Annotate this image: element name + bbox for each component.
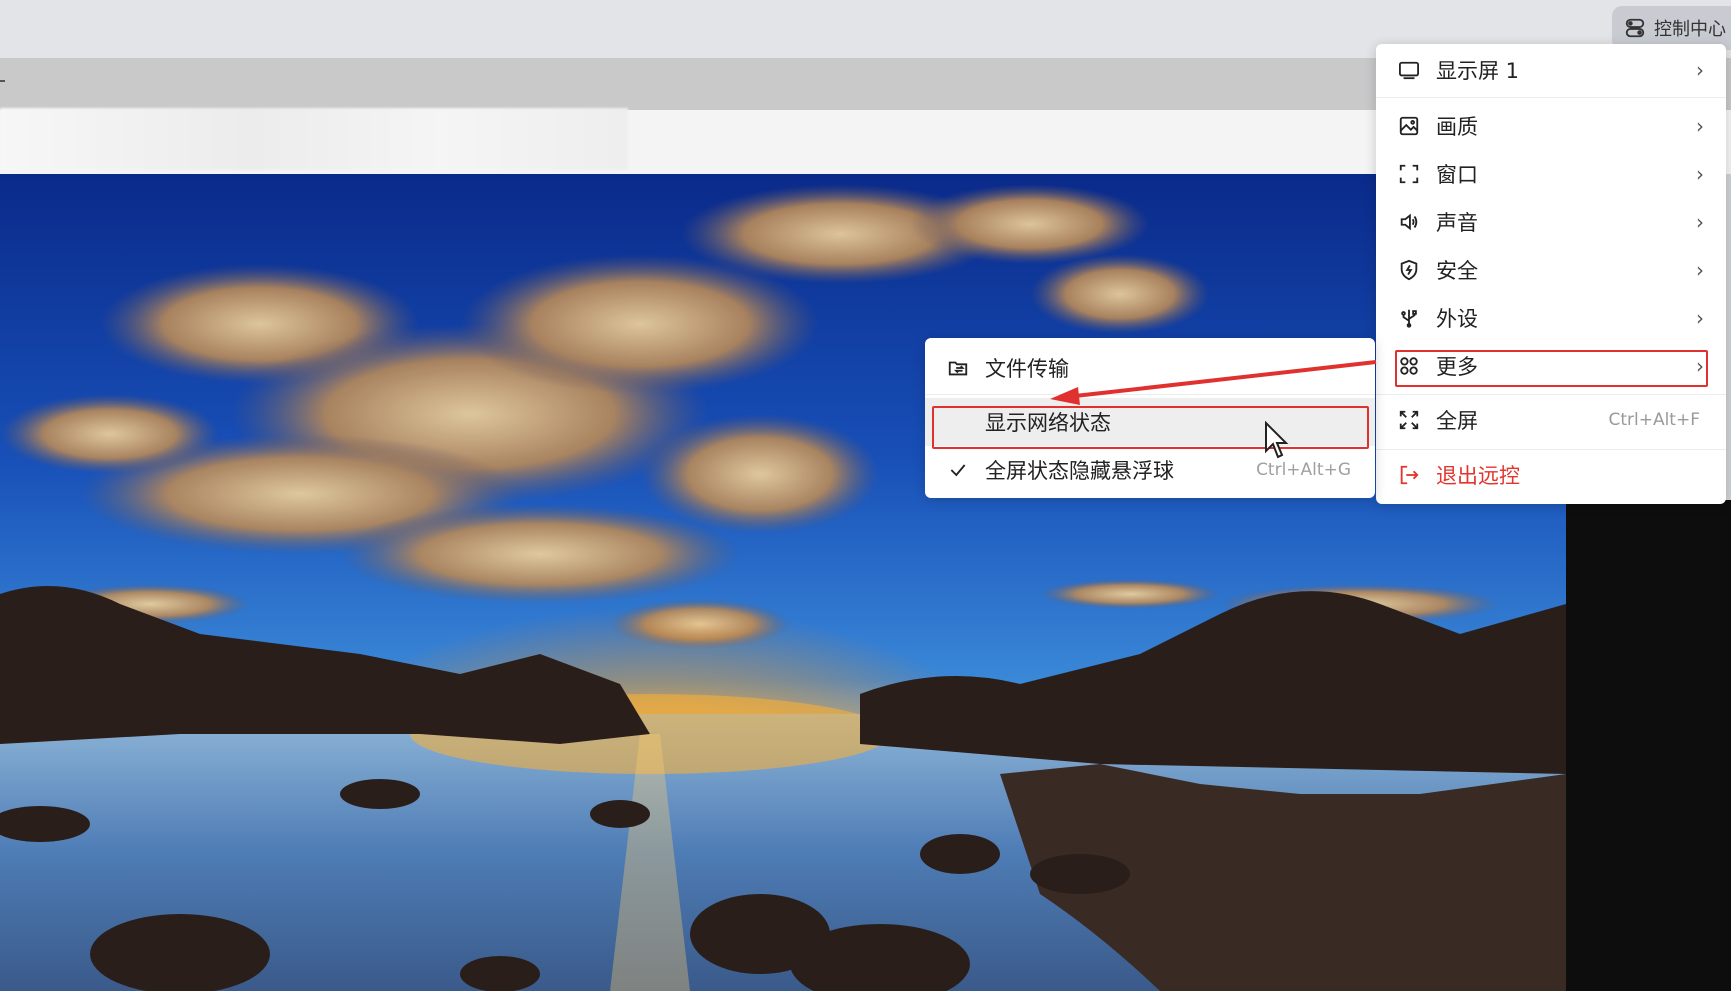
- mouse-cursor-icon: [1265, 421, 1289, 459]
- menu-divider: [925, 394, 1375, 395]
- chevron-right-icon: ›: [1696, 306, 1704, 330]
- submenu-item-label: 全屏状态隐藏悬浮球: [985, 459, 1174, 483]
- menu-item-label: 外设: [1436, 307, 1478, 331]
- chevron-right-icon: ›: [1696, 210, 1704, 234]
- remote-desktop-wallpaper[interactable]: [0, 174, 1566, 991]
- file-transfer-icon: [945, 355, 971, 381]
- menu-item-label: 安全: [1436, 259, 1478, 283]
- menu-item-window[interactable]: 窗口 ›: [1376, 151, 1726, 197]
- window-frame-icon: [1396, 161, 1422, 187]
- chevron-right-icon: ›: [1696, 258, 1704, 282]
- menu-item-fullscreen[interactable]: 全屏 Ctrl+Alt+F: [1376, 397, 1726, 443]
- image-quality-icon: [1396, 113, 1422, 139]
- menu-item-label: 全屏: [1436, 409, 1478, 433]
- submenu-item-hide-floating-ball[interactable]: 全屏状态隐藏悬浮球 Ctrl+Alt+G: [925, 446, 1375, 494]
- submenu-item-file-transfer[interactable]: 文件传输: [925, 344, 1375, 392]
- menu-divider: [1376, 394, 1726, 395]
- menu-item-sound[interactable]: 声音 ›: [1376, 199, 1726, 245]
- shortcut-label: Ctrl+Alt+F: [1608, 410, 1700, 430]
- remote-desktop-black-area: [1566, 500, 1731, 991]
- submenu-item-label: 文件传输: [985, 357, 1069, 381]
- toolbar-mark: [0, 80, 5, 82]
- monitor-icon: [1396, 57, 1422, 83]
- menu-item-security[interactable]: 安全 ›: [1376, 247, 1726, 293]
- control-center-menu: 显示屏 1 › 画质 › 窗口 › 声音 › 安全 › 外设 › 更多 › 全屏…: [1376, 44, 1726, 504]
- menu-item-label: 窗口: [1436, 163, 1478, 187]
- control-center-label: 控制中心: [1654, 19, 1726, 40]
- menu-item-image-quality[interactable]: 画质 ›: [1376, 103, 1726, 149]
- blurred-address-field: [0, 108, 628, 170]
- speaker-icon: [1396, 209, 1422, 235]
- annotation-box-more: [1395, 350, 1708, 387]
- menu-item-peripherals[interactable]: 外设 ›: [1376, 295, 1726, 341]
- more-submenu: 文件传输 显示网络状态 全屏状态隐藏悬浮球 Ctrl+Alt+G: [925, 338, 1375, 498]
- menu-divider: [1376, 449, 1726, 450]
- control-center-icon: [1625, 18, 1645, 38]
- fullscreen-icon: [1396, 407, 1422, 433]
- chevron-right-icon: ›: [1696, 58, 1704, 82]
- chevron-right-icon: ›: [1696, 162, 1704, 186]
- menu-item-label: 画质: [1436, 115, 1478, 139]
- menu-item-label: 退出远控: [1436, 464, 1520, 488]
- menu-divider: [1376, 97, 1726, 98]
- usb-icon: [1396, 305, 1422, 331]
- menu-item-exit-remote[interactable]: 退出远控: [1376, 452, 1726, 498]
- chevron-right-icon: ›: [1696, 114, 1704, 138]
- shortcut-label: Ctrl+Alt+G: [1256, 460, 1351, 480]
- check-icon: [945, 457, 971, 483]
- menu-item-label: 声音: [1436, 211, 1478, 235]
- menu-item-label: 显示屏 1: [1436, 59, 1520, 83]
- menu-item-display[interactable]: 显示屏 1 ›: [1376, 47, 1726, 93]
- annotation-box-network-status: [932, 406, 1369, 449]
- shield-icon: [1396, 257, 1422, 283]
- exit-icon: [1396, 462, 1422, 488]
